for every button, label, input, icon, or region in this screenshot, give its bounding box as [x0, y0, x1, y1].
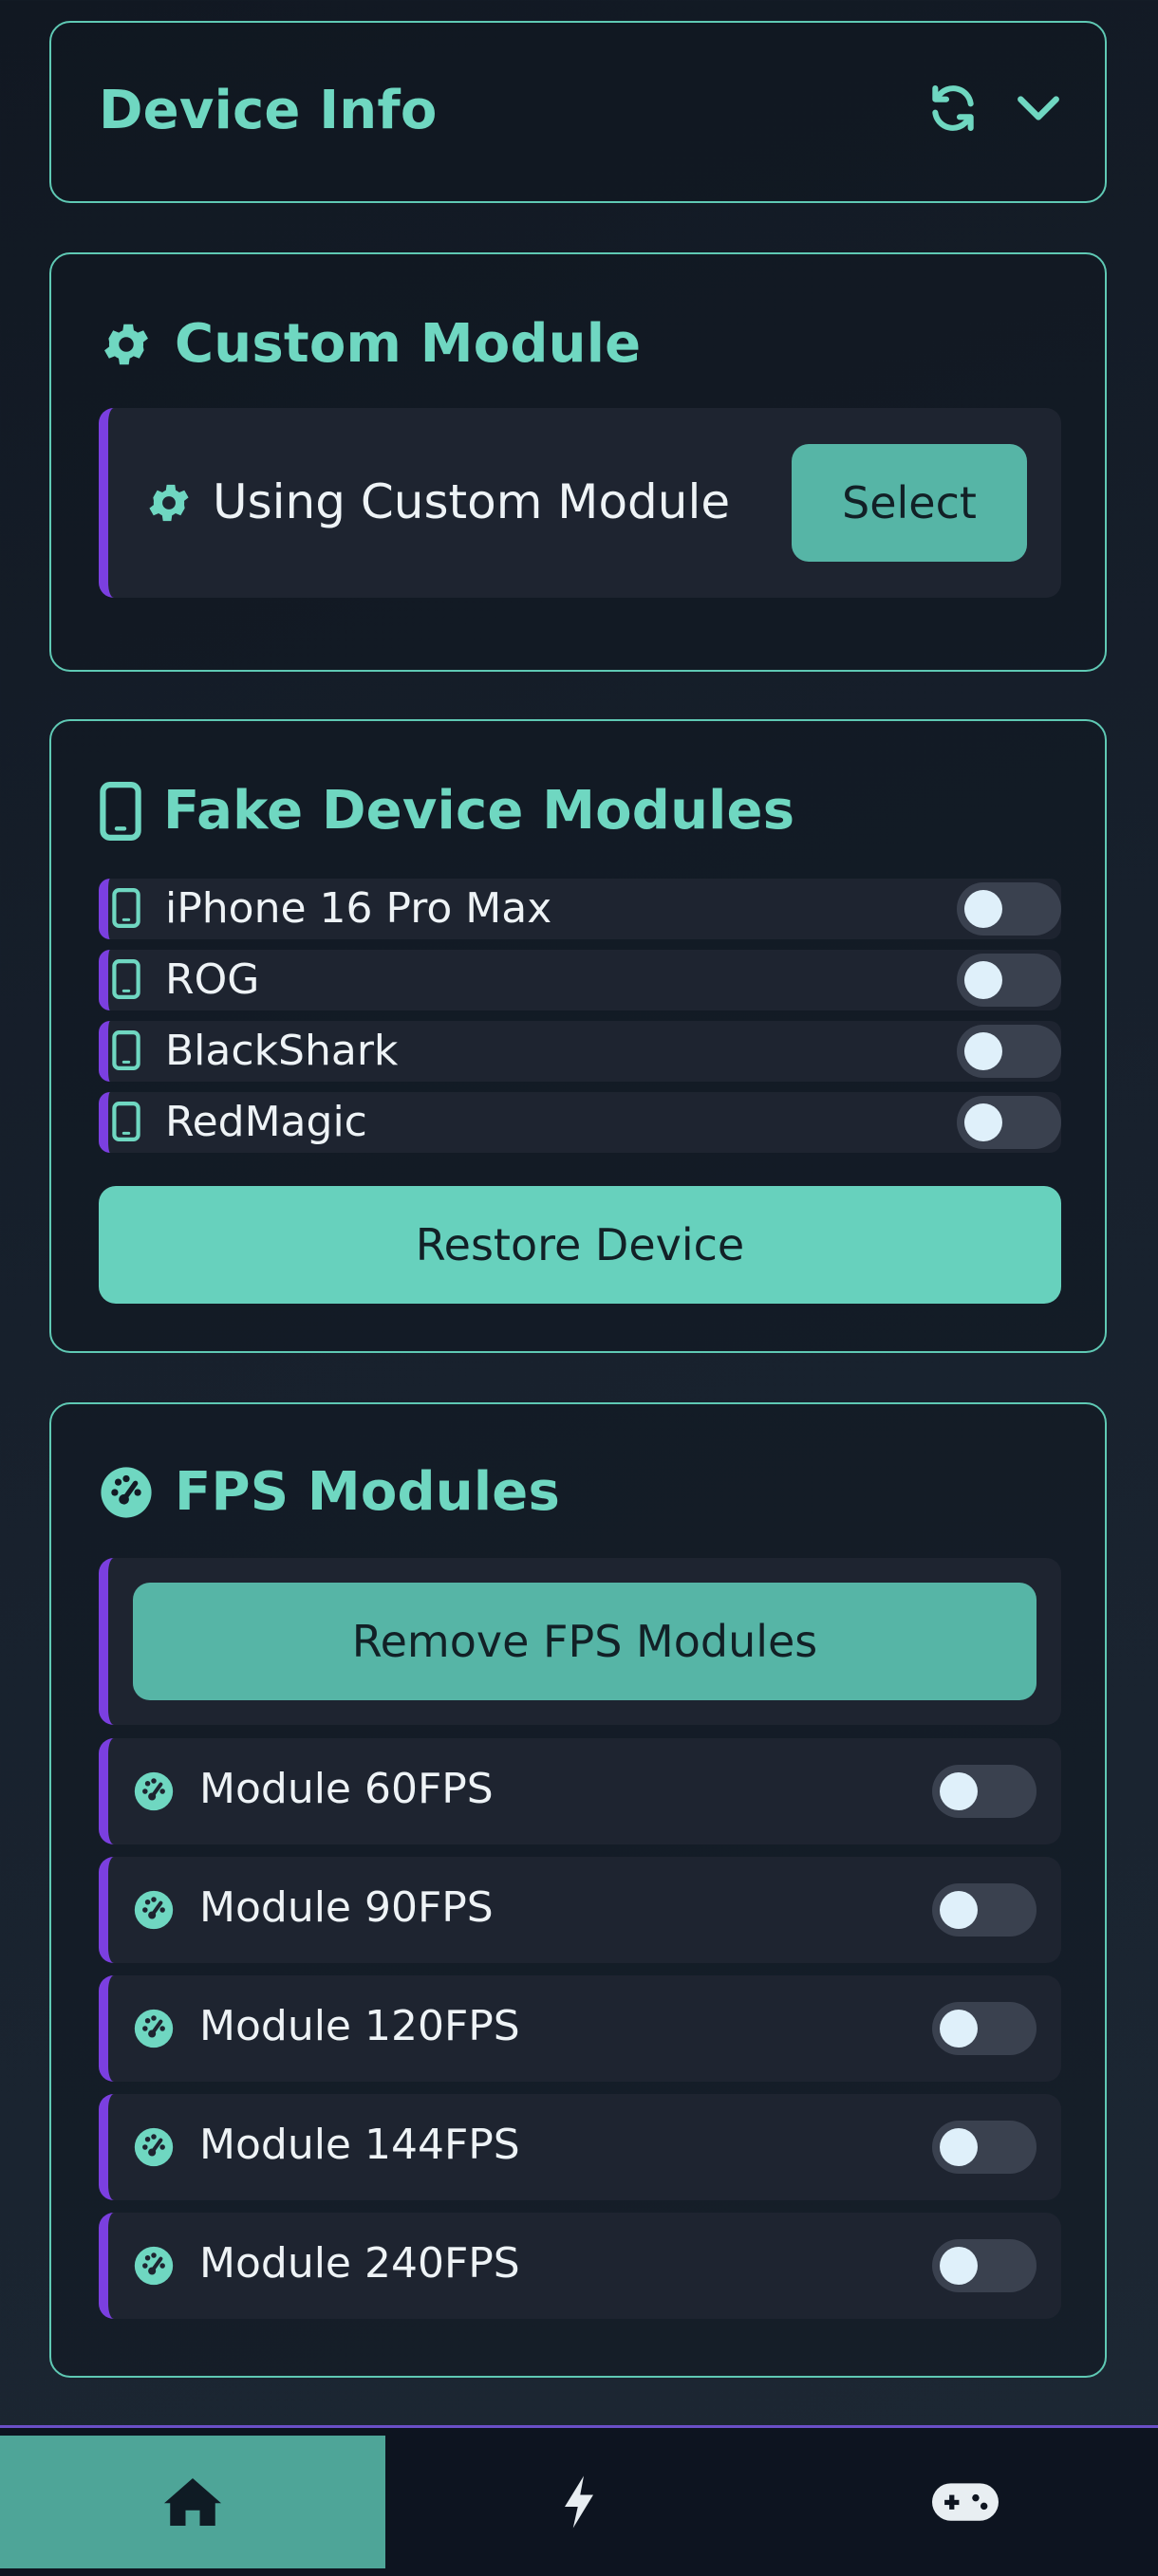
device-toggle[interactable]: [957, 1025, 1061, 1078]
speedometer-icon: [133, 2126, 175, 2168]
fps-toggle[interactable]: [932, 2002, 1037, 2055]
phone-icon: [99, 781, 142, 841]
phone-icon: [112, 1030, 140, 1070]
speedometer-icon: [133, 2008, 175, 2049]
device-item-label: iPhone 16 Pro Max: [165, 884, 552, 933]
fps-toggle[interactable]: [932, 1765, 1037, 1818]
speedometer-icon: [133, 1889, 175, 1931]
speedometer-icon: [133, 1770, 175, 1812]
fps-item: Module 144FPS: [99, 2094, 1061, 2200]
custom-module-heading: Custom Module: [99, 313, 641, 375]
device-item-label: BlackShark: [165, 1027, 399, 1075]
custom-module-card: Custom Module Using Custom Module Select: [49, 252, 1107, 672]
fake-device-title: Fake Device Modules: [163, 780, 795, 842]
device-info-title: Device Info: [99, 80, 438, 141]
device-toggle[interactable]: [957, 954, 1061, 1007]
custom-module-row: Using Custom Module Select: [99, 408, 1061, 598]
device-info-card[interactable]: Device Info: [49, 21, 1107, 203]
fps-item: Module 90FPS: [99, 1857, 1061, 1963]
fps-item-label: Module 60FPS: [199, 1765, 494, 1813]
speedometer-icon: [99, 1465, 154, 1520]
fps-toggle[interactable]: [932, 2239, 1037, 2292]
device-item: RedMagic: [99, 1092, 1061, 1153]
gear-icon: [144, 478, 194, 528]
device-item: iPhone 16 Pro Max: [99, 879, 1061, 939]
fps-item-label: Module 240FPS: [199, 2239, 520, 2288]
phone-icon: [112, 888, 140, 928]
fps-item-label: Module 90FPS: [199, 1883, 494, 1932]
fps-item: Module 60FPS: [99, 1738, 1061, 1844]
fps-item-label: Module 144FPS: [199, 2121, 520, 2169]
nav-boost[interactable]: [385, 2436, 773, 2568]
bottom-nav: [0, 2425, 1158, 2576]
select-button[interactable]: Select: [792, 444, 1027, 562]
phone-icon: [112, 1102, 140, 1141]
fake-device-heading: Fake Device Modules: [99, 780, 794, 842]
device-item: ROG: [99, 950, 1061, 1010]
fps-toggle[interactable]: [932, 2121, 1037, 2174]
fps-title: FPS Modules: [175, 1461, 560, 1523]
nav-home[interactable]: [0, 2436, 385, 2568]
gamepad-icon: [932, 2481, 999, 2523]
custom-module-title: Custom Module: [175, 313, 642, 375]
gear-icon: [99, 317, 154, 372]
fps-item: Module 120FPS: [99, 1975, 1061, 2082]
fake-device-card: Fake Device Modules iPhone 16 Pro Max RO…: [49, 719, 1107, 1353]
lightning-icon: [558, 2474, 600, 2530]
device-toggle[interactable]: [957, 1096, 1061, 1149]
phone-icon: [112, 959, 140, 999]
remove-fps-button[interactable]: Remove FPS Modules: [133, 1583, 1037, 1700]
nav-games[interactable]: [773, 2436, 1158, 2568]
fps-heading: FPS Modules: [99, 1461, 560, 1523]
restore-device-button[interactable]: Restore Device: [99, 1186, 1061, 1304]
custom-module-status: Using Custom Module: [213, 474, 731, 529]
fps-toggle[interactable]: [932, 1883, 1037, 1937]
remove-fps-row: Remove FPS Modules: [99, 1558, 1061, 1725]
device-toggle[interactable]: [957, 882, 1061, 936]
device-item: BlackShark: [99, 1021, 1061, 1082]
home-icon: [161, 2474, 224, 2530]
chevron-down-icon[interactable]: [1012, 82, 1065, 135]
fps-modules-card: FPS Modules Remove FPS Modules Module 60…: [49, 1402, 1107, 2378]
device-item-label: ROG: [165, 955, 260, 1004]
refresh-icon[interactable]: [926, 82, 980, 135]
speedometer-icon: [133, 2245, 175, 2287]
device-item-label: RedMagic: [165, 1098, 367, 1146]
fps-item-label: Module 120FPS: [199, 2002, 520, 2050]
fps-item: Module 240FPS: [99, 2213, 1061, 2319]
